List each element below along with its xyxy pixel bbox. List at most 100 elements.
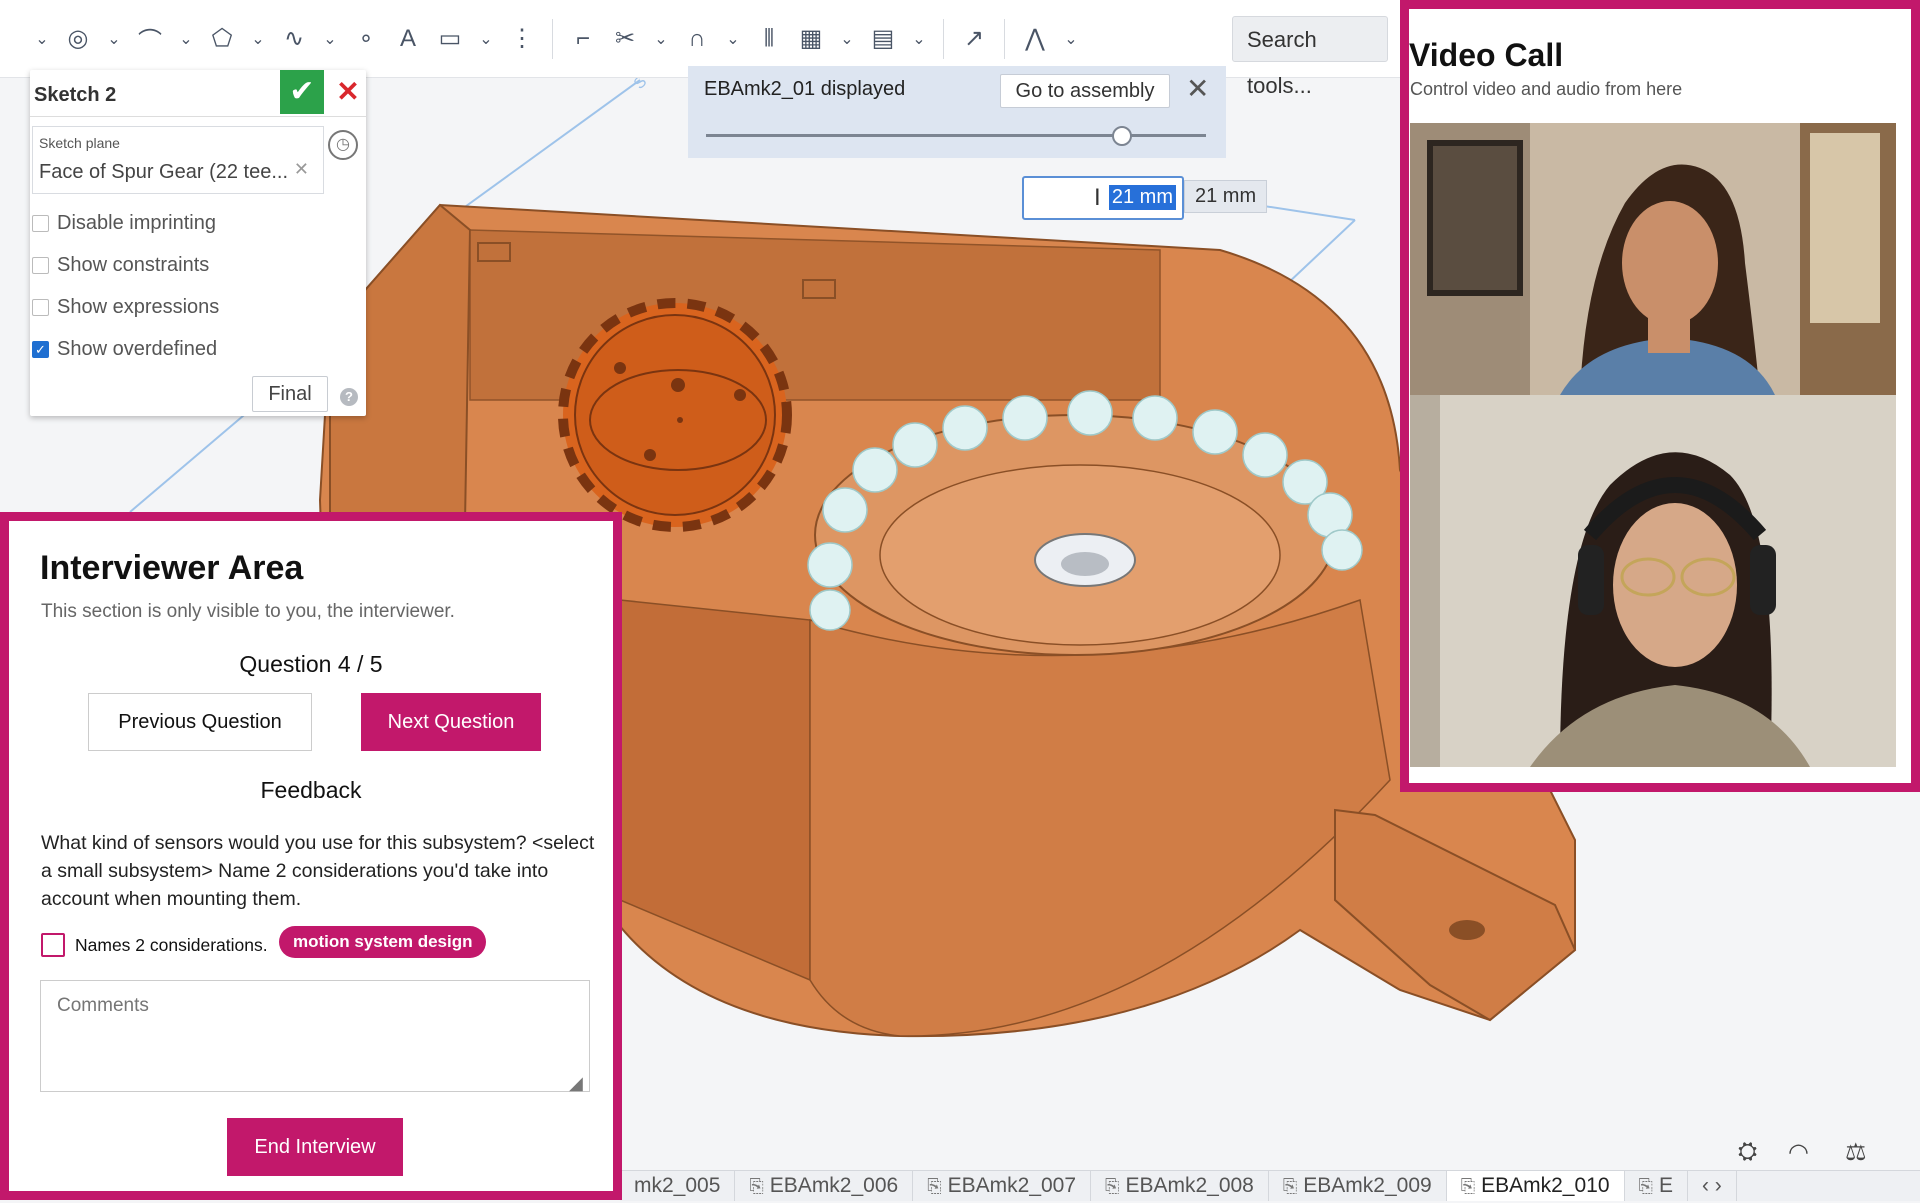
view-orientation-icon[interactable]: ⛭	[1738, 1138, 1757, 1166]
sketch-plane-label: Sketch plane	[39, 135, 120, 151]
align-tool-icon[interactable]: ⋮	[504, 19, 540, 59]
offset-tool-icon[interactable]: ∩	[679, 19, 715, 59]
dimension-tool-icon[interactable]: ⋀	[1017, 19, 1053, 59]
chevron-down-icon[interactable]: ⌄	[246, 19, 270, 59]
part-curved-face	[809, 598, 1391, 1037]
trim-tool-icon[interactable]: ✂	[607, 19, 643, 59]
document-tab[interactable]: ⎘ E	[1625, 1171, 1688, 1201]
version-slider-thumb[interactable]	[1112, 126, 1132, 146]
document-tab[interactable]: mk2_005	[620, 1171, 736, 1201]
feedback-heading: Feedback	[260, 777, 362, 803]
question-counter: Question 4 / 5	[239, 651, 383, 677]
criteria-label: Names 2 considerations.	[75, 935, 268, 955]
part-studio-icon: ⎘	[1460, 1176, 1476, 1196]
document-tab-label: EBAmk2_008	[1125, 1174, 1254, 1197]
document-tab-label: EBAmk2_007	[947, 1174, 1077, 1197]
spur-gear	[558, 298, 792, 532]
chevron-down-icon[interactable]: ⌄	[102, 19, 126, 59]
previous-question-button[interactable]: Previous Question	[88, 693, 312, 751]
view-section-icon[interactable]: ◠	[1788, 1138, 1809, 1167]
version-status-text: EBAmk2_01 displayed	[704, 78, 906, 100]
final-button[interactable]: Final	[252, 376, 328, 412]
sketch-plane-value: Face of Spur Gear (22 tee...	[39, 161, 289, 183]
next-question-button[interactable]: Next Question	[361, 693, 541, 751]
document-tab[interactable]: ⎘ EBAmk2_010	[1446, 1171, 1625, 1201]
end-interview-button[interactable]: End Interview	[227, 1118, 403, 1176]
part-studio-icon: ⎘	[1282, 1176, 1298, 1196]
confirm-check-icon[interactable]: ✔	[280, 70, 324, 114]
construction-tool-icon[interactable]: ↗	[956, 19, 992, 59]
checkbox[interactable]	[32, 257, 49, 274]
history-clock-icon[interactable]: ◷	[328, 130, 358, 160]
part-studio-icon: ⎘	[1105, 1176, 1120, 1196]
panel-divider	[30, 116, 366, 117]
fillet-tool-icon[interactable]: ⌐	[565, 19, 601, 59]
option-show-expressions[interactable]: Show expressions	[32, 296, 219, 319]
go-to-assembly-button[interactable]: Go to assembly	[1000, 74, 1170, 108]
chevron-down-icon[interactable]: ⌄	[649, 19, 673, 59]
document-tab[interactable]: ⎘ EBAmk2_007	[913, 1171, 1092, 1201]
option-show-overdefined[interactable]: ✓ Show overdefined	[32, 338, 217, 361]
participant-video-image	[1410, 395, 1896, 767]
dimension-label: 21 mm	[1184, 180, 1268, 213]
document-tab[interactable]: ⎘ EBAmk2_009	[1269, 1171, 1447, 1201]
document-tab-label: EBAmk2_009	[1303, 1174, 1432, 1197]
dimension-input-value: 21 mm	[1108, 185, 1176, 210]
polygon-tool-icon[interactable]: ⬠	[204, 19, 240, 59]
option-label: Show constraints	[57, 254, 210, 276]
text-tool-icon[interactable]: A	[390, 19, 426, 59]
chevron-down-icon[interactable]: ⌄	[835, 19, 859, 59]
chevron-down-icon[interactable]: ⌄	[1059, 19, 1083, 59]
checkbox[interactable]	[32, 215, 49, 232]
close-icon[interactable]: ✕	[1186, 72, 1209, 105]
text-cursor-icon: I	[1094, 184, 1101, 211]
dimension-input[interactable]: I 21 mm	[1022, 176, 1184, 220]
toolbar-divider	[1004, 18, 1005, 59]
option-label: Disable imprinting	[57, 212, 216, 234]
search-tools-input[interactable]: Search tools...	[1232, 16, 1388, 98]
checkbox[interactable]	[32, 299, 49, 316]
document-tab-label: EBAmk2_010	[1481, 1174, 1610, 1197]
part-studio-icon: ⎘	[927, 1176, 942, 1196]
chevron-down-icon[interactable]: ⌄	[30, 19, 54, 59]
point-tool-icon[interactable]: ∘	[348, 19, 384, 59]
video-call-panel: Video Call Control video and audio from …	[1400, 0, 1920, 792]
tab-scroll-arrows[interactable]: ‹ ›	[1688, 1171, 1737, 1201]
version-slider-bar: EBAmk2_01 displayed Go to assembly ✕	[688, 66, 1226, 158]
pattern-tool-icon[interactable]: ▦	[793, 19, 829, 59]
option-disable-imprinting[interactable]: Disable imprinting	[32, 212, 216, 235]
resize-handle-icon[interactable]: ◢	[569, 1073, 583, 1094]
help-icon[interactable]: ?	[340, 388, 358, 406]
spline-tool-icon[interactable]: ∿	[276, 19, 312, 59]
rectangle-tool-icon[interactable]: ▭	[432, 19, 468, 59]
sketch-feature-panel: Sketch 2 ✔ ✕ Sketch plane Face of Spur G…	[30, 70, 366, 416]
interviewer-subtitle: This section is only visible to you, the…	[41, 601, 455, 622]
sketch-plane-field[interactable]: Sketch plane Face of Spur Gear (22 tee..…	[32, 126, 324, 194]
toolbar-divider	[552, 18, 553, 59]
clear-x-icon[interactable]: ✕	[294, 159, 309, 180]
sketch-title: Sketch 2	[34, 84, 117, 106]
comments-field[interactable]	[40, 980, 590, 1092]
chevron-down-icon[interactable]: ⌄	[318, 19, 342, 59]
chevron-down-icon[interactable]: ⌄	[907, 19, 931, 59]
cancel-x-icon[interactable]: ✕	[330, 70, 366, 114]
interviewer-area-panel: Interviewer Area This section is only vi…	[0, 512, 622, 1200]
view-measure-icon[interactable]: ⚖	[1845, 1138, 1867, 1167]
chevron-down-icon[interactable]: ⌄	[174, 19, 198, 59]
chevron-down-icon[interactable]: ⌄	[474, 19, 498, 59]
chevron-down-icon[interactable]: ⌄	[721, 19, 745, 59]
option-label: Show expressions	[57, 296, 220, 318]
checkbox-checked[interactable]: ✓	[32, 341, 49, 358]
interviewer-title: Interviewer Area	[40, 549, 304, 587]
option-show-constraints[interactable]: Show constraints	[32, 254, 209, 277]
participant-video-image	[1410, 123, 1896, 395]
document-tab[interactable]: ⎘ EBAmk2_008	[1091, 1171, 1269, 1201]
video-call-title: Video Call	[1409, 37, 1564, 73]
dxf-import-icon[interactable]: ▤	[865, 19, 901, 59]
circle-tool-icon[interactable]: ◎	[60, 19, 96, 59]
mirror-tool-icon[interactable]: ⫴	[751, 19, 787, 59]
document-tab[interactable]: ⎘ EBAmk2_006	[735, 1171, 914, 1201]
criteria-tag: motion system design	[279, 926, 487, 958]
arc-tool-icon[interactable]: ⌒	[132, 19, 168, 59]
criteria-checkbox[interactable]	[41, 933, 65, 957]
